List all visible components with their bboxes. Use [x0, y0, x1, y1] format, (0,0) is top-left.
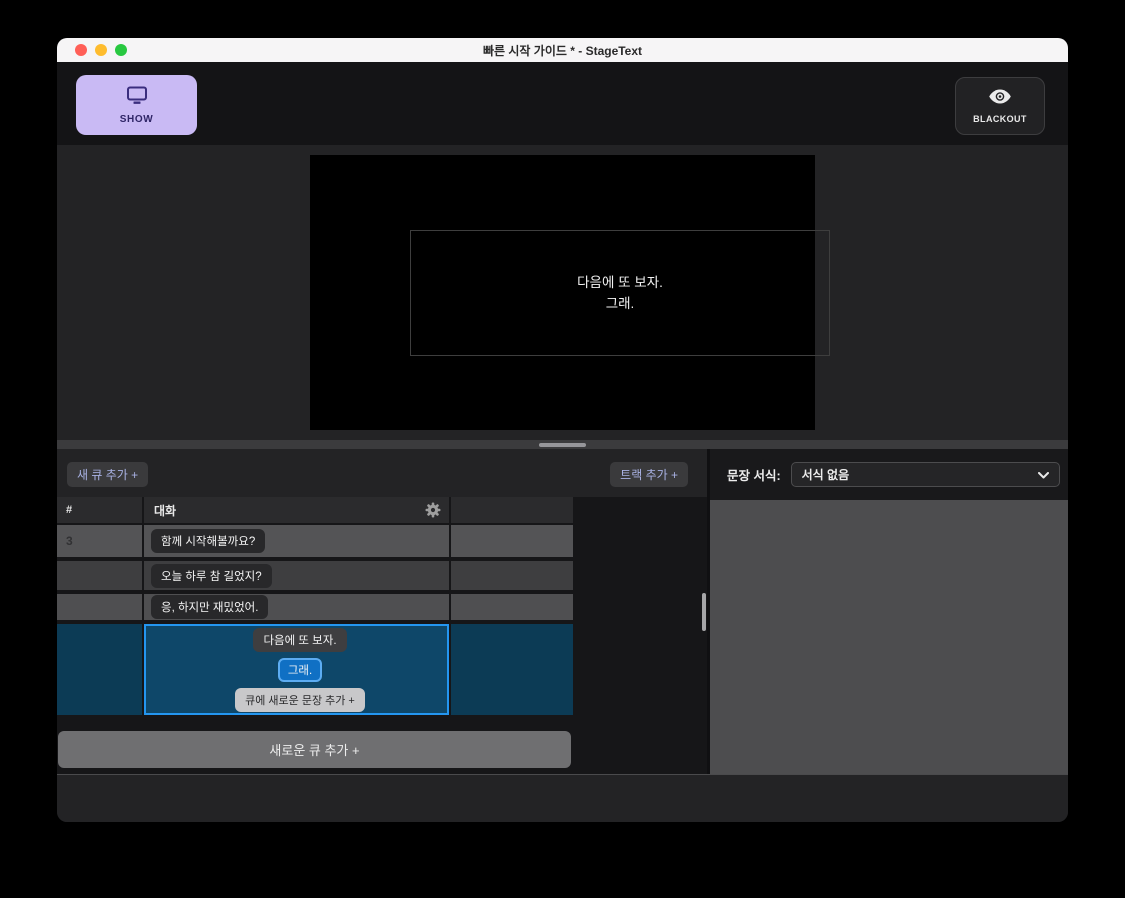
cue-row-selected[interactable]: 다음에 또 보자. 그래. 큐에 새로운 문장 추가 + [57, 624, 573, 715]
window-title: 빠른 시작 가이드 * - StageText [482, 43, 643, 58]
cue-number [57, 624, 142, 715]
close-window-button[interactable] [75, 44, 87, 56]
blackout-button[interactable]: BLACKOUT [955, 77, 1045, 135]
eye-icon [988, 88, 1012, 110]
add-cue-button[interactable]: 새 큐 추가 + [67, 462, 149, 487]
cue-row[interactable]: 3 함께 시작해볼까요? [57, 525, 573, 557]
gear-icon[interactable] [425, 502, 441, 521]
resizer-handle-icon[interactable] [539, 442, 586, 447]
title-bar: 빠른 시작 가이드 * - StageText [57, 38, 1068, 62]
add-track-button[interactable]: 트랙 추가 + [610, 462, 688, 487]
format-bar: 문장 서식: 서식 없음 [710, 449, 1068, 500]
column-header-number: # [57, 497, 142, 523]
minimize-window-button[interactable] [95, 44, 107, 56]
bottom-bar [57, 774, 1068, 822]
cue-cell[interactable]: 응, 하지만 재밌었어. [144, 594, 449, 620]
column-header-empty [451, 497, 573, 523]
cue-row[interactable]: 오늘 하루 참 길었지? [57, 561, 573, 590]
format-dropdown-value: 서식 없음 [801, 468, 850, 482]
cue-list-panel: 새 큐 추가 + 트랙 추가 + # 대화 3 함께 시작해볼까요? 오늘 하루… [57, 449, 707, 774]
traffic-lights [75, 44, 127, 56]
app-window: 빠른 시작 가이드 * - StageText SHOW BLACKOUT 다음… [57, 38, 1068, 822]
preview-area: 다음에 또 보자. 그래. [57, 145, 1068, 440]
format-label: 문장 서식: [727, 469, 781, 483]
cue-number [57, 594, 142, 620]
cue-cell[interactable]: 함께 시작해볼까요? [144, 525, 449, 557]
cue-number: 3 [57, 525, 142, 557]
stage-text-box: 다음에 또 보자. 그래. [410, 230, 830, 356]
format-dropdown[interactable]: 서식 없음 [790, 462, 1060, 487]
cue-number [57, 561, 142, 590]
chevron-down-icon [1037, 466, 1049, 484]
selected-cue-cell[interactable]: 다음에 또 보자. 그래. 큐에 새로운 문장 추가 + [144, 624, 449, 715]
cue-cell-empty[interactable] [451, 525, 573, 557]
panel-resizer[interactable] [57, 440, 1068, 449]
add-new-cue-button[interactable]: 새로운 큐 추가 + [58, 731, 571, 768]
format-panel: 문장 서식: 서식 없음 [710, 449, 1068, 774]
cue-table-header: # 대화 [57, 497, 573, 523]
format-panel-body [710, 500, 1068, 774]
cue-cell-empty[interactable] [451, 624, 573, 715]
toolbar: SHOW BLACKOUT [57, 62, 1068, 145]
sentence-chip[interactable]: 함께 시작해볼까요? [151, 529, 266, 553]
cue-cell[interactable]: 오늘 하루 참 길었지? [144, 561, 449, 590]
add-sentence-button[interactable]: 큐에 새로운 문장 추가 + [235, 687, 365, 712]
zoom-window-button[interactable] [115, 44, 127, 56]
sentence-chip[interactable]: 응, 하지만 재밌었어. [151, 595, 269, 619]
track-column-title: 대화 [154, 503, 177, 518]
stage-text-line: 그래. [605, 296, 635, 311]
lower-area: 새 큐 추가 + 트랙 추가 + # 대화 3 함께 시작해볼까요? 오늘 하루… [57, 449, 1068, 774]
column-header-track[interactable]: 대화 [144, 497, 449, 523]
show-button[interactable]: SHOW [76, 75, 197, 135]
stage-preview: 다음에 또 보자. 그래. [310, 155, 830, 430]
show-button-label: SHOW [119, 113, 154, 125]
cue-row[interactable]: 응, 하지만 재밌었어. [57, 594, 573, 620]
cue-cell-empty[interactable] [451, 594, 573, 620]
cue-cell-empty[interactable] [451, 561, 573, 590]
sentence-chip[interactable]: 다음에 또 보자. [253, 627, 347, 652]
stage-text-line: 다음에 또 보자. [577, 275, 663, 290]
monitor-icon [126, 86, 148, 110]
vertical-scrollbar[interactable] [702, 593, 706, 631]
blackout-button-label: BLACKOUT [973, 114, 1027, 124]
sentence-chip[interactable]: 오늘 하루 참 길었지? [151, 563, 272, 588]
active-sentence-chip[interactable]: 그래. [277, 657, 323, 682]
